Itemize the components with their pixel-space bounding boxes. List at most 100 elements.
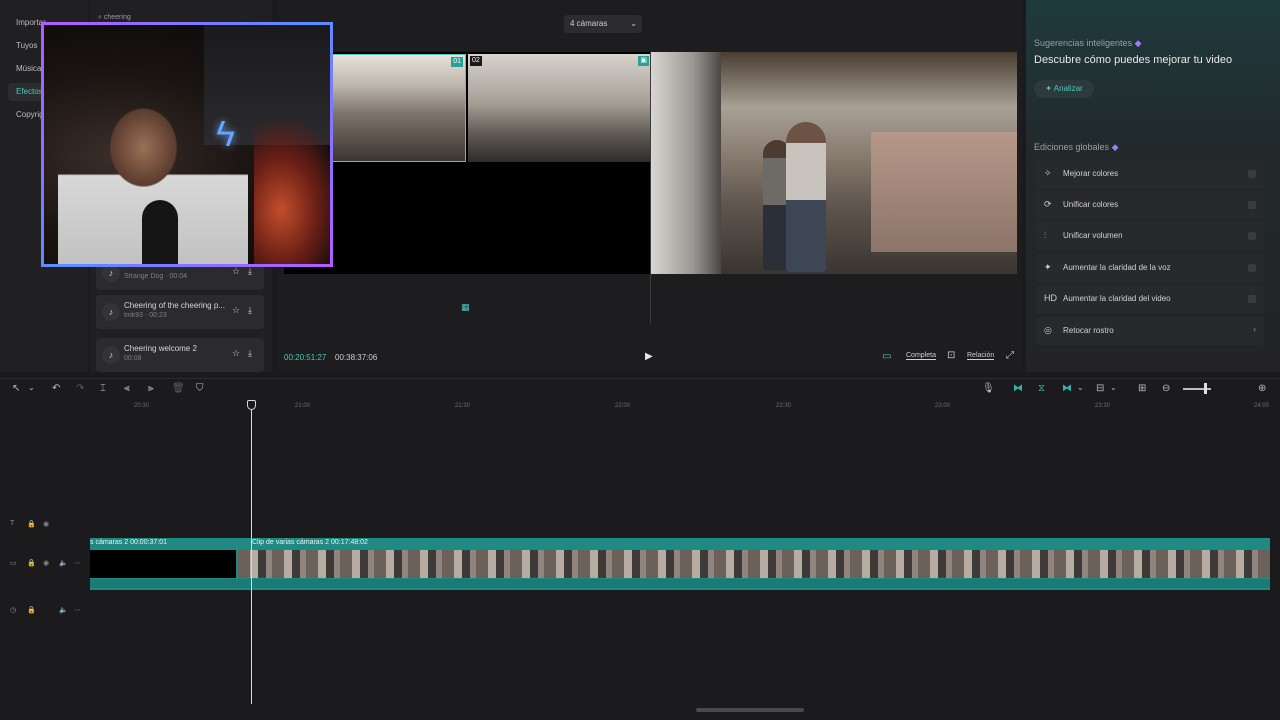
screenshot-icon[interactable]: ⊡ <box>947 350 955 361</box>
option-unify-colors[interactable]: ⟳ Unificar colores <box>1036 191 1264 219</box>
more-icon[interactable]: ⋯ <box>74 606 81 614</box>
delete-icon[interactable]: 🗑 <box>172 383 185 394</box>
hd-icon: HD <box>1044 293 1057 303</box>
split-icon[interactable]: ⌶ <box>100 383 106 394</box>
clip-thumbnail-black <box>90 550 236 578</box>
ruler-tick: 23:00 <box>935 403 951 409</box>
quality-button[interactable]: Completa <box>906 352 936 360</box>
global-edits-label: Ediciones globales ◆ <box>1034 142 1119 153</box>
speaker-icon[interactable]: 🔈 <box>59 606 68 614</box>
redo-icon[interactable]: ↷ <box>76 383 84 394</box>
chevron-down-icon[interactable]: ⌄ <box>1110 383 1117 392</box>
global-edits-label-text: Ediciones globales <box>1034 142 1110 152</box>
speaker-icon[interactable]: 🔈 <box>59 559 68 567</box>
playhead-handle[interactable] <box>247 400 256 410</box>
voice-icon: ✦ <box>1044 262 1052 272</box>
checkbox[interactable] <box>1248 232 1256 240</box>
preview-icon[interactable]: ⊟ <box>1096 383 1104 394</box>
download-icon[interactable]: ⤓ <box>248 348 252 359</box>
camera-view-2[interactable]: 02 ▣ <box>468 54 651 162</box>
ruler-tick: 20:30 <box>134 403 150 409</box>
download-icon[interactable]: ⤓ <box>248 266 252 277</box>
video-track-icon: ▭ <box>10 560 17 567</box>
option-label: Unificar volumen <box>1063 231 1123 240</box>
microphone-icon[interactable]: 🎙 <box>982 383 995 394</box>
clip-label: s cámaras 2 00:00:37:01 <box>90 539 168 546</box>
camera-select[interactable]: 4 cámaras ⌄ <box>564 15 642 33</box>
lock-icon[interactable]: 🔒 <box>27 520 36 528</box>
media-subtitle: 00:08 <box>124 355 142 362</box>
pointer-icon[interactable]: ↖ <box>12 383 20 394</box>
checkbox[interactable] <box>1248 201 1256 209</box>
face-icon: ◎ <box>1044 325 1052 335</box>
ruler-tick: 24:00 <box>1254 403 1270 409</box>
option-video-clarity[interactable]: HD Aumentar la claridad del video <box>1036 285 1264 313</box>
multicam-icon[interactable]: ▦ <box>461 302 470 313</box>
option-voice-clarity[interactable]: ✦ Aumentar la claridad de la voz <box>1036 254 1264 282</box>
option-retouch-face[interactable]: ◎ Retocar rostro › <box>1036 317 1264 345</box>
trim-left-icon[interactable]: ⫷ <box>124 383 130 394</box>
shield-icon[interactable]: ⛉ <box>196 383 204 394</box>
main-preview[interactable] <box>651 52 1017 274</box>
link-icon[interactable]: ⧓ <box>1013 383 1023 394</box>
zoom-out-icon[interactable]: ⊖ <box>1162 383 1170 394</box>
lock-icon[interactable]: 🔒 <box>27 559 36 567</box>
list-item[interactable]: ♪ Cheering welcome 2 00:08 ☆ ⤓ <box>96 338 264 372</box>
option-label: Mejorar colores <box>1063 169 1119 178</box>
zoom-slider-handle[interactable] <box>1204 383 1207 394</box>
microphone <box>142 200 178 264</box>
eye-icon[interactable]: ◉ <box>43 520 49 528</box>
suggestions-label: Sugerencias inteligentes ◆ <box>1034 38 1142 49</box>
camera-active-icon: ▣ <box>638 56 649 66</box>
sparkle-icon: ◆ <box>1111 142 1119 152</box>
star-icon[interactable]: ☆ <box>232 266 240 277</box>
option-label: Aumentar la claridad de la voz <box>1063 263 1171 272</box>
camera-view-1[interactable]: 01 <box>332 54 466 162</box>
media-subtitle: Strange Dog · 00:04 <box>124 273 188 280</box>
clip-label: Clip de varias cámaras 2 00:17:48:02 <box>252 539 368 546</box>
text-track-icon: T <box>10 520 15 527</box>
suggestions-title: Descubre cómo puedes mejorar tu video <box>1034 54 1233 66</box>
chevron-down-icon[interactable]: ⌄ <box>28 383 35 392</box>
ruler-tick: 23:30 <box>1095 403 1111 409</box>
captions-icon[interactable]: ⊞ <box>1138 383 1146 394</box>
timecode-total: 00:38:37:06 <box>335 353 378 362</box>
checkbox[interactable] <box>1248 264 1256 272</box>
more-icon[interactable]: ⋯ <box>74 559 81 567</box>
trim-right-icon[interactable]: ⫸ <box>148 383 154 394</box>
magnet-icon[interactable]: ⧖ <box>1038 383 1045 394</box>
playhead[interactable] <box>251 400 252 704</box>
checkbox[interactable] <box>1248 295 1256 303</box>
checkbox[interactable] <box>1248 170 1256 178</box>
play-button[interactable]: ▶ <box>645 351 653 362</box>
fullscreen-icon[interactable]: ⤢ <box>1006 350 1014 361</box>
ratio-button[interactable]: Relación <box>967 352 995 360</box>
analyze-button[interactable]: ✦ Analizar <box>1034 80 1094 98</box>
audio-track-icon: ◷ <box>10 607 17 614</box>
star-icon[interactable]: ☆ <box>232 305 240 316</box>
layout-icon[interactable]: ▭ <box>882 351 891 362</box>
eye-icon[interactable]: ◉ <box>43 559 49 567</box>
star-icon[interactable]: ☆ <box>232 348 240 359</box>
zoom-in-icon[interactable]: ⊕ <box>1258 383 1266 394</box>
list-item[interactable]: ♪ Cheering of the cheering p... tmk93 · … <box>96 295 264 329</box>
download-icon[interactable]: ⤓ <box>248 305 252 316</box>
option-improve-colors[interactable]: ✧ Mejorar colores <box>1036 160 1264 188</box>
chevron-down-icon[interactable]: ⌄ <box>1077 383 1084 392</box>
music-note-icon: ♪ <box>102 346 120 364</box>
ruler-tick: 22:30 <box>776 403 792 409</box>
chevron-right-icon: › <box>1253 324 1256 334</box>
timeline-scrollbar[interactable] <box>696 708 804 712</box>
webcam-overlay: ϟ <box>41 22 333 267</box>
music-note-icon: ♪ <box>102 303 120 321</box>
lock-icon[interactable]: 🔒 <box>27 606 36 614</box>
camera-badge: 01 <box>451 57 463 67</box>
undo-icon[interactable]: ↶ <box>52 383 60 394</box>
multicam-grid[interactable]: 01 02 ▣ <box>284 52 651 274</box>
option-unify-volume[interactable]: ⫶ Unificar volumen <box>1036 222 1264 250</box>
clip-audio-waveform <box>90 579 1270 588</box>
sparkle-icon: ✦ <box>1045 84 1054 93</box>
snap-icon[interactable]: ⧓ <box>1062 383 1072 394</box>
suggestions-label-text: Sugerencias inteligentes <box>1034 38 1133 48</box>
camera-select-value: 4 cámaras <box>570 19 608 28</box>
